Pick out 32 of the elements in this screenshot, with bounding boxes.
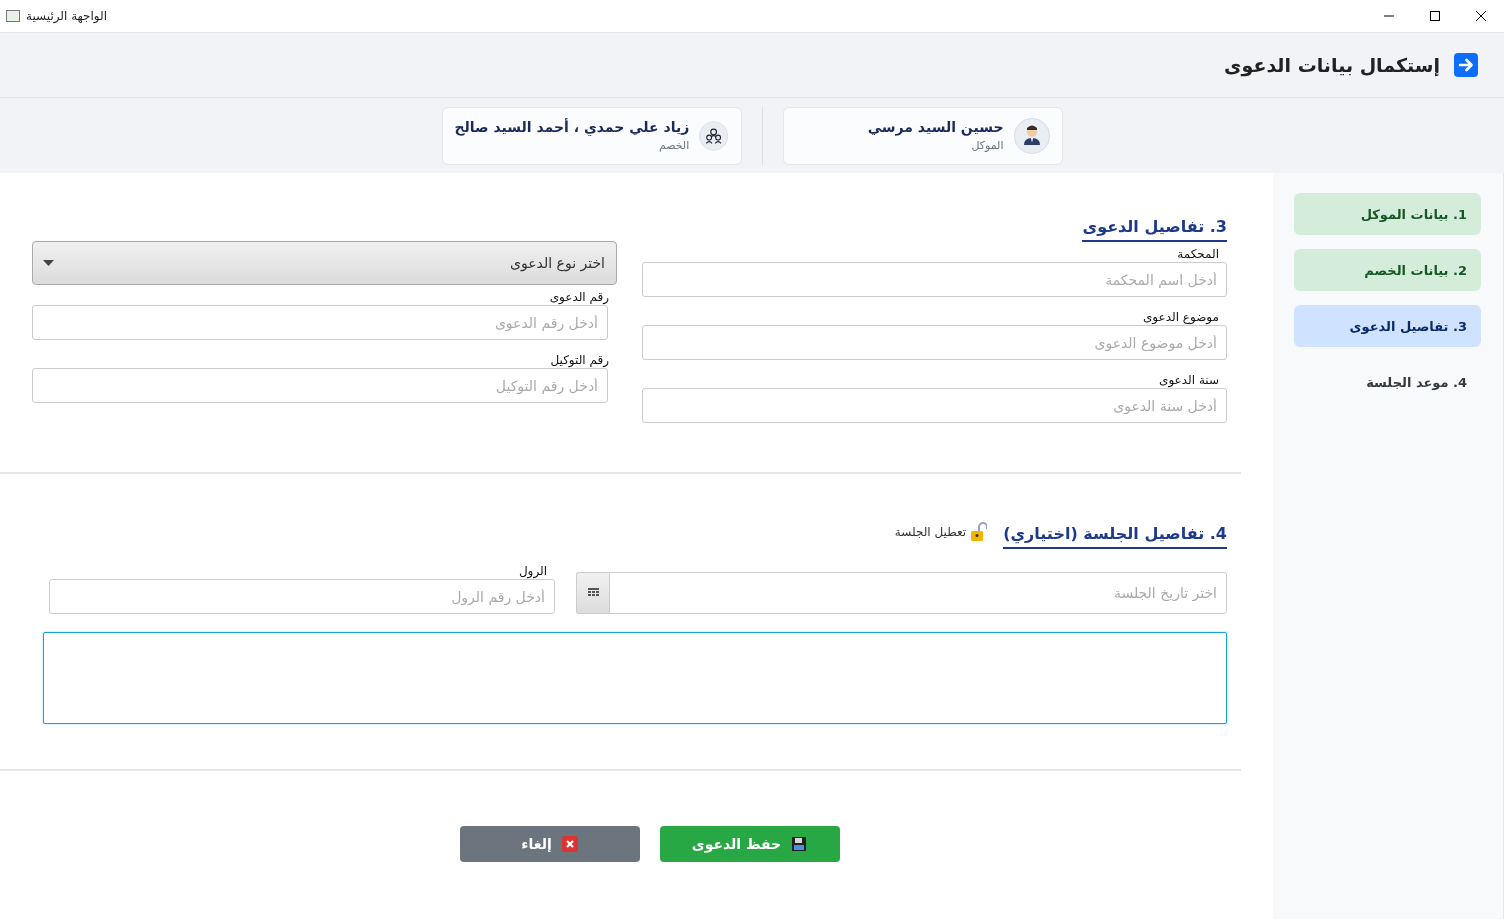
field-label: الرول: [518, 563, 548, 579]
party-role: الموكل: [970, 139, 1004, 152]
case-type-dropdown[interactable]: اختر نوع الدعوى: [32, 241, 617, 285]
disable-session-toggle[interactable]: تعطيل الجلسة: [894, 522, 988, 549]
party-role: الخصم: [657, 139, 690, 152]
cancel-button[interactable]: إلغاء: [459, 826, 640, 862]
app-icon: [6, 10, 20, 22]
close-icon: [1476, 11, 1486, 21]
person-avatar-icon: [1013, 117, 1050, 154]
step-item[interactable]: 1. بيانات الموكل: [1294, 193, 1481, 235]
field-label: رقم الدعوى: [549, 289, 610, 305]
field-label: المحكمة: [1177, 246, 1220, 262]
field-label: موضوع الدعوى: [1142, 309, 1220, 325]
party-name: زياد علي حمدي ، أحمد السيد صالح: [454, 119, 690, 135]
step-item[interactable]: 3. تفاصيل الدعوى: [1294, 305, 1481, 347]
field-label: رقم التوكيل: [550, 352, 610, 368]
calendar-icon: [587, 588, 599, 598]
notes-field[interactable]: [43, 632, 1227, 724]
section-title: 3. تفاصيل الدعوى: [1082, 217, 1227, 242]
arrow-right-icon[interactable]: [1454, 53, 1478, 77]
field-label: سنة الدعوى: [1159, 372, 1220, 388]
party-name: حسين السيد مرسي: [867, 119, 1004, 135]
page-title: إستكمال بيانات الدعوى: [1224, 54, 1440, 76]
calendar-button[interactable]: [576, 572, 609, 614]
caret-icon: [43, 260, 54, 266]
maximize-icon: [1430, 11, 1440, 21]
section-title: 4. تفاصيل الجلسة (اختياري): [1003, 524, 1227, 549]
date-field[interactable]: اختر تاريخ الجلسة: [609, 572, 1227, 614]
step-item[interactable]: 2. بيانات الخصم: [1294, 249, 1481, 291]
step-item[interactable]: 4. موعد الجلسة: [1294, 361, 1481, 403]
close-icon: [561, 836, 578, 852]
window-title: الواجهة الرئيسية: [26, 9, 108, 23]
